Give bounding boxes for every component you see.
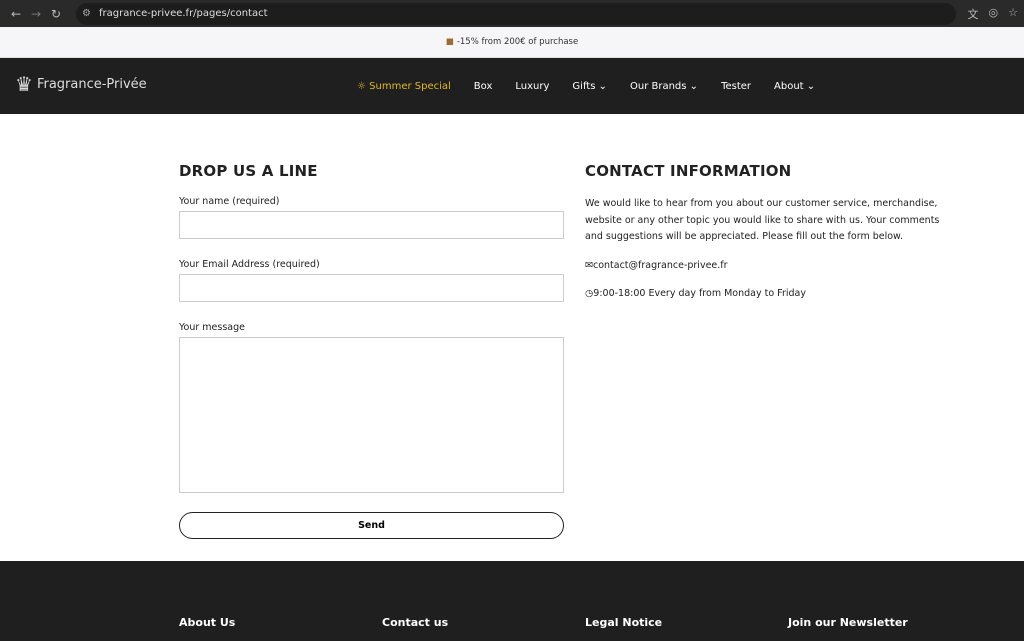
promo-text: -15% from 200€ of purchase [456,37,579,47]
translate-icon[interactable]: 文 [968,6,979,22]
address-bar[interactable]: ⚙ fragrance-privee.fr/pages/contact [76,2,956,25]
name-label: Your name (required) [179,196,280,207]
contact-email[interactable]: contact@fragrance-privee.fr [593,260,728,271]
chevron-down-icon: ⌄ [595,80,607,92]
contact-hours: 9:00-18:00 Every day from Monday to Frid… [593,288,806,299]
perfume-bottle-icon: ♛ [15,72,33,96]
message-textarea[interactable] [179,337,564,493]
eye-off-icon[interactable]: ◎ [989,6,999,22]
gift-icon: ■ [445,37,454,47]
chevron-down-icon: ⌄ [803,80,816,92]
forward-icon[interactable]: → [26,7,46,21]
sun-icon: ☼ [357,80,370,92]
logo[interactable]: ♛ Fragrance-Privée [15,72,147,96]
form-title: DROP US A LINE [179,162,318,180]
message-label: Your message [179,322,245,333]
back-icon[interactable]: ← [6,7,26,21]
nav-gifts[interactable]: Gifts ⌄ [572,81,607,92]
reload-icon[interactable]: ↻ [46,7,66,21]
footer-legal-notice: Legal Notice [585,616,663,629]
footer-newsletter: Join our Newsletter [788,616,908,629]
email-label: Your Email Address (required) [179,259,320,270]
name-input[interactable] [179,211,564,239]
site-settings-icon[interactable]: ⚙ [82,8,91,19]
url-text: fragrance-privee.fr/pages/contact [98,8,268,19]
logo-text: Fragrance-Privée [36,76,147,92]
main-nav: ♛ Fragrance-Privée ☼ Summer Special Box L… [0,58,1024,114]
nav-our-brands[interactable]: Our Brands ⌄ [630,81,698,92]
nav-summer-special[interactable]: ☼ Summer Special [357,81,451,92]
nav-tester[interactable]: Tester [721,81,751,92]
promo-bar: ■ -15% from 200€ of purchase [0,27,1024,58]
nav-box[interactable]: Box [474,81,493,92]
footer-about-us: About Us [179,616,236,629]
footer-contact-us: Contact us [382,616,449,629]
contact-form: DROP US A LINE Your name (required) Your… [179,162,564,561]
star-icon[interactable]: ☆ [1008,6,1018,22]
footer: About Us Contact us Legal Notice Join ou… [0,561,1024,641]
nav-about[interactable]: About ⌄ [774,81,815,92]
browser-toolbar: ← → ↻ ⚙ fragrance-privee.fr/pages/contact… [0,0,1024,27]
mail-icon: ✉ [585,259,593,271]
send-button[interactable]: Send [179,512,564,539]
chevron-down-icon: ⌄ [686,80,699,92]
contact-info: CONTACT INFORMATION We would like to hea… [585,162,960,561]
contact-text: We would like to hear from you about our… [585,198,940,242]
email-input[interactable] [179,274,564,302]
contact-title: CONTACT INFORMATION [585,162,792,180]
nav-luxury[interactable]: Luxury [515,81,549,92]
